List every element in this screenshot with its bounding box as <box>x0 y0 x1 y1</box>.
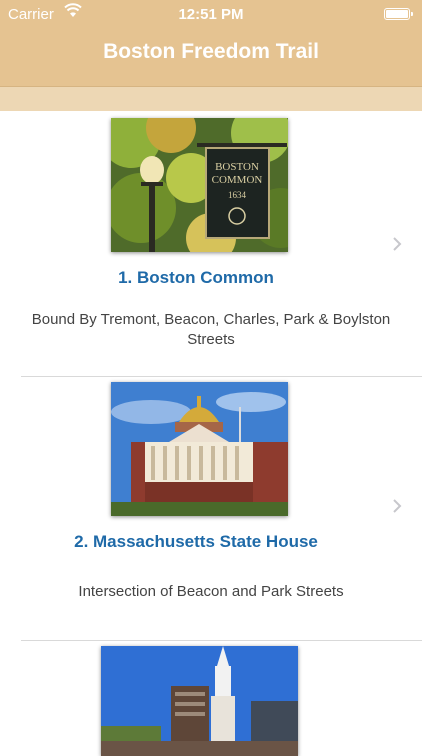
site-address: Bound By Tremont, Beacon, Charles, Park … <box>31 311 391 348</box>
navigation-header: Carrier 12:51 PM Boston Freedom Trail <box>0 0 422 86</box>
battery-icon <box>384 8 413 20</box>
state-house-photo <box>111 382 288 516</box>
sign-line-2: COMMON <box>212 174 263 186</box>
sign-year: 1634 <box>228 190 247 200</box>
site-title[interactable]: 2. Massachusetts State House <box>0 532 392 552</box>
park-street-church-photo <box>101 646 298 756</box>
list-item-state-house[interactable]: 2. Massachusetts State House Intersectio… <box>0 377 422 641</box>
site-address: Intersection of Beacon and Park Streets <box>78 583 344 600</box>
sites-list: BOSTON COMMON 1634 1. Boston Common Boun… <box>0 111 422 756</box>
chevron-right-icon <box>393 237 402 251</box>
page-title: Boston Freedom Trail <box>103 40 319 63</box>
list-item-park-street-church[interactable] <box>0 641 422 756</box>
section-header-bar <box>0 86 422 111</box>
status-bar: Carrier 12:51 PM <box>0 0 422 30</box>
site-title[interactable]: 1. Boston Common <box>0 268 392 288</box>
boston-common-photo: BOSTON COMMON 1634 <box>111 118 288 252</box>
sign-line-1: BOSTON <box>215 161 259 173</box>
status-time: 12:51 PM <box>178 6 244 23</box>
chevron-right-icon <box>393 499 402 513</box>
list-item-boston-common[interactable]: BOSTON COMMON 1634 1. Boston Common Boun… <box>0 111 422 377</box>
